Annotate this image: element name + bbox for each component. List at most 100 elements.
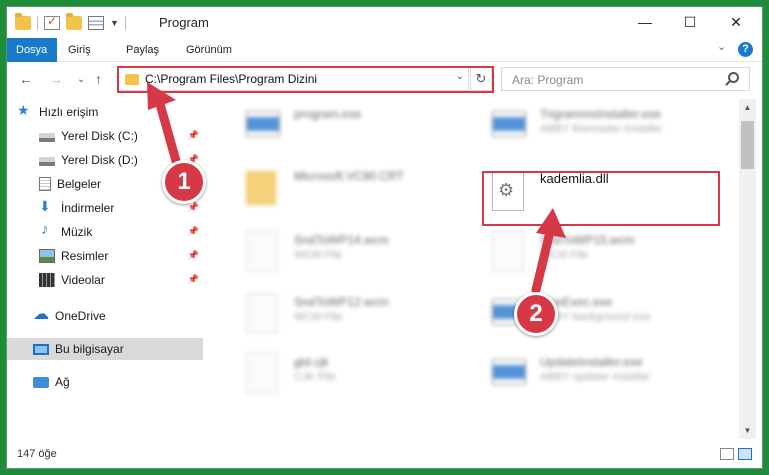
recent-locations-chevron-icon[interactable]: ⌄: [77, 74, 85, 85]
address-highlight-box: [117, 66, 494, 93]
pin-icon: 📌: [187, 130, 199, 140]
large-icons-view-icon[interactable]: [738, 448, 752, 460]
toolbar-divider: [37, 16, 38, 30]
sidebar-item-label: Müzik: [61, 225, 93, 239]
pin-icon: 📌: [187, 226, 199, 236]
window-title: Program: [159, 15, 209, 30]
tab-file[interactable]: Dosya: [7, 38, 57, 62]
file-name: gtd.cjk: [294, 355, 329, 369]
file-item[interactable]: SndToWP14.wcm WCM File: [226, 225, 466, 279]
file-type: WCM File: [294, 311, 343, 323]
file-type: ABBY updater installer: [540, 371, 651, 383]
sidebar-item-label: İndirmeler: [61, 201, 115, 215]
sidebar-item-local-disk-c[interactable]: Yerel Disk (C:) 📌: [39, 125, 203, 147]
network-icon: [33, 376, 49, 388]
file-name: Microsoft.VC90.CRT: [294, 169, 404, 183]
quick-access-toolbar: ▼: [15, 13, 126, 32]
sidebar-item-onedrive[interactable]: OneDrive: [33, 304, 203, 327]
file-type: WCM File: [540, 249, 589, 261]
exe-file-icon: [492, 111, 526, 137]
star-icon: [17, 102, 33, 119]
details-view-icon[interactable]: [720, 448, 734, 460]
scroll-thumb[interactable]: [741, 121, 754, 169]
sidebar-item-this-pc[interactable]: Bu bilgisayar: [7, 338, 203, 360]
sidebar-item-music[interactable]: Müzik 📌: [39, 221, 203, 243]
downloads-icon: [39, 198, 55, 215]
file-item[interactable]: TrigrammsInstaller.exe ABBY finemader In…: [472, 99, 712, 153]
file-icon: [246, 231, 278, 271]
computer-icon: [33, 343, 49, 355]
callout-badge-1: 1: [162, 160, 206, 204]
ribbon-tabs: Dosya Giriş Paylaş Görünüm ⌄ ?: [7, 38, 762, 62]
view-switcher: [720, 448, 752, 460]
close-button[interactable]: ✕: [713, 7, 759, 37]
sidebar-item-pictures[interactable]: Resimler 📌: [39, 245, 203, 267]
file-icon: [246, 293, 278, 333]
help-icon[interactable]: ?: [738, 42, 753, 57]
scroll-up-icon[interactable]: ▲: [739, 99, 756, 116]
file-item[interactable]: gtd.cjk CJK File: [226, 347, 466, 401]
navigation-bar: ← → ⌄ ↑ C:\Program Files\Program Dizini …: [7, 63, 762, 95]
file-icon: [492, 231, 524, 271]
exe-file-icon: [492, 359, 526, 385]
file-item[interactable]: SndToWP12.wcm WCM File: [226, 287, 466, 341]
sidebar-item-label: Yerel Disk (D:): [61, 153, 138, 167]
documents-icon: [39, 177, 51, 191]
search-box[interactable]: Ara: Program: [501, 67, 750, 91]
back-button[interactable]: ←: [19, 71, 33, 87]
pin-icon: 📌: [187, 202, 199, 212]
scroll-down-icon[interactable]: ▼: [739, 422, 756, 439]
file-name: program.exe: [294, 107, 362, 121]
file-item[interactable]: program.exe: [226, 99, 466, 153]
up-button[interactable]: ↑: [95, 71, 102, 87]
vertical-scrollbar[interactable]: ▲ ▼: [739, 99, 756, 439]
new-folder-icon[interactable]: [66, 13, 82, 30]
file-name: SndToWP12.wcm: [294, 295, 389, 309]
file-list: program.exe TrigrammsInstaller.exe ABBY …: [212, 99, 742, 439]
status-item-count: 147 öğe: [17, 448, 57, 460]
sidebar-item-label: Bu bilgisayar: [55, 342, 124, 356]
navigation-pane: Hızlı erişim Yerel Disk (C:) 📌 Yerel Dis…: [7, 101, 205, 441]
file-name: SndToWP15.wcm: [540, 233, 635, 247]
sidebar-item-label: OneDrive: [55, 309, 106, 323]
sidebar-item-videos[interactable]: Videolar 📌: [39, 269, 203, 291]
file-item[interactable]: SndToWP15.wcm WCM File: [472, 225, 712, 279]
search-input[interactable]: Ara: Program: [512, 73, 583, 87]
folder-icon: [15, 13, 31, 30]
file-type: ABBY finemader Installer: [540, 123, 663, 135]
tab-share[interactable]: Paylaş: [117, 38, 168, 62]
forward-button[interactable]: →: [49, 71, 63, 87]
sidebar-item-network[interactable]: Ağ: [33, 371, 203, 393]
folder-icon: [246, 171, 276, 205]
search-icon: [728, 72, 739, 83]
disk-icon: [39, 156, 55, 166]
sidebar-item-label: Yerel Disk (C:): [61, 129, 138, 143]
disk-icon: [39, 132, 55, 142]
file-item[interactable]: OneExec.exe ABBY background exe: [472, 287, 712, 341]
properties-check-icon[interactable]: [44, 14, 60, 30]
sidebar-item-label: Resimler: [61, 249, 109, 263]
properties-icon[interactable]: [88, 16, 104, 30]
file-item[interactable]: UpdateInstaller.exe ABBY updater install…: [472, 347, 712, 401]
customize-toolbar-chevron-icon[interactable]: ▼: [110, 18, 119, 28]
sidebar-item-label: Hızlı erişim: [39, 105, 99, 119]
minimize-button[interactable]: —: [622, 7, 668, 37]
videos-icon: [39, 273, 55, 287]
sidebar-item-quick-access[interactable]: Hızlı erişim: [17, 101, 213, 123]
tab-view[interactable]: Görünüm: [177, 38, 241, 62]
expand-ribbon-chevron-icon[interactable]: ⌄: [717, 40, 726, 53]
music-icon: [39, 221, 55, 239]
file-name: TrigrammsInstaller.exe: [540, 107, 661, 121]
file-type: CJK File: [294, 371, 336, 383]
file-highlight-box: [482, 171, 720, 226]
sidebar-item-label: Videolar: [61, 273, 105, 287]
file-name: SndToWP14.wcm: [294, 233, 389, 247]
sidebar-item-label: Ağ: [55, 375, 70, 389]
exe-file-icon: [246, 111, 280, 137]
file-item[interactable]: Microsoft.VC90.CRT: [226, 161, 466, 215]
file-type: WCM File: [294, 249, 343, 261]
file-name: UpdateInstaller.exe: [540, 355, 643, 369]
callout-badge-2: 2: [514, 292, 558, 336]
maximize-button[interactable]: ☐: [667, 7, 713, 37]
tab-home[interactable]: Giriş: [59, 38, 100, 62]
